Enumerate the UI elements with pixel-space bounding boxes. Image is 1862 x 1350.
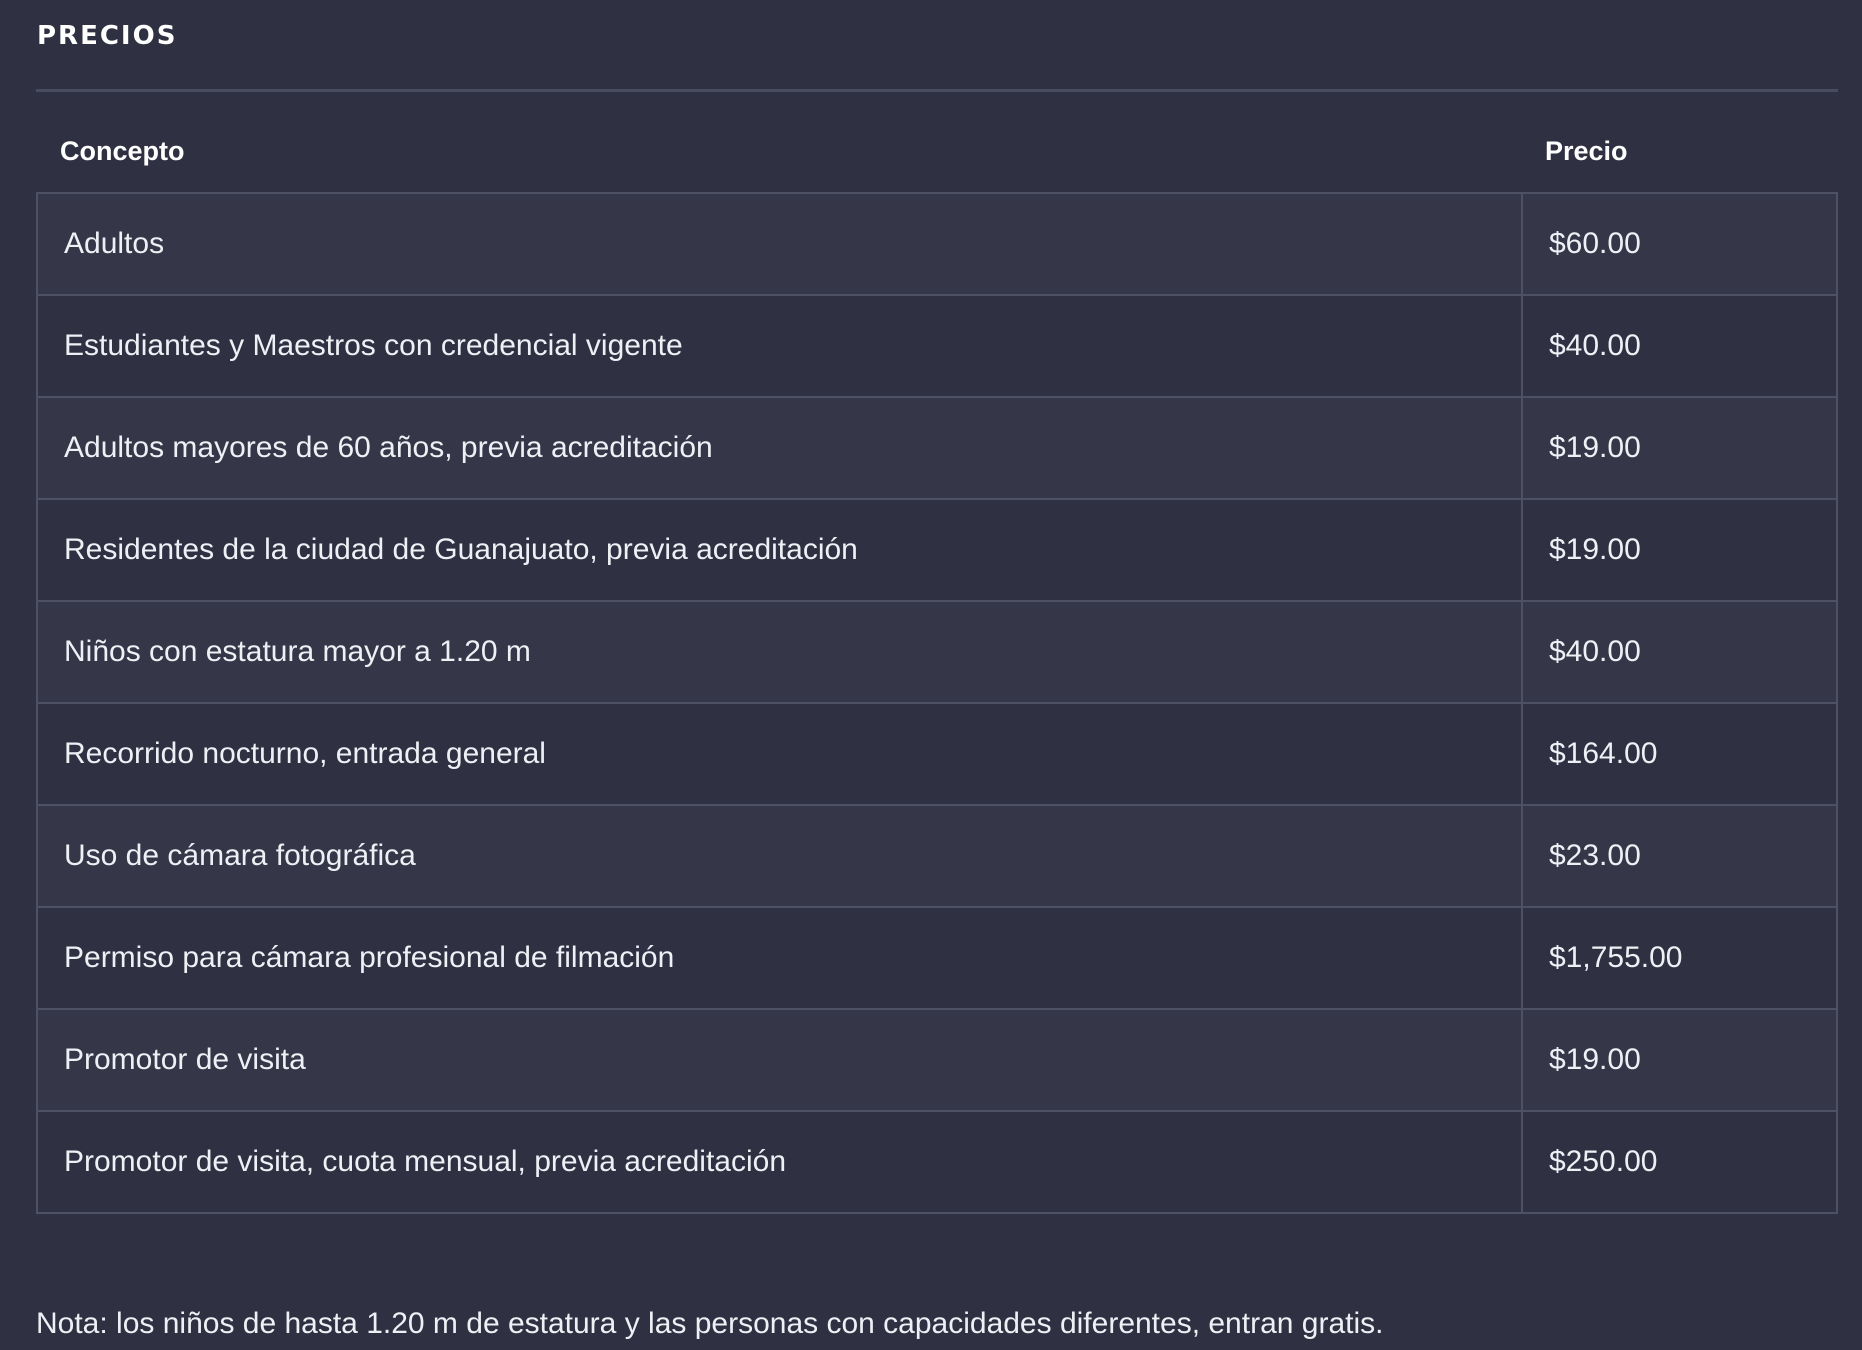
concept-cell: Adultos mayores de 60 años, previa acred… [36,396,1523,500]
concept-cell: Estudiantes y Maestros con credencial vi… [36,294,1523,398]
price-cell: $250.00 [1521,1110,1838,1214]
price-cell: $19.00 [1521,396,1838,500]
price-cell: $1,755.00 [1521,906,1838,1010]
header-row: Concepto Precio [37,110,1837,194]
table-row: Estudiantes y Maestros con credencial vi… [36,294,1838,398]
table-row: Permiso para cámara profesional de filma… [36,906,1838,1010]
header-price: Precio [1522,110,1837,194]
table-body: Adultos $60.00 Estudiantes y Maestros co… [36,192,1838,1214]
table-row: Adultos mayores de 60 años, previa acred… [36,396,1838,500]
price-cell: $60.00 [1521,192,1838,296]
table-row: Niños con estatura mayor a 1.20 m $40.00 [36,600,1838,704]
concept-cell: Permiso para cámara profesional de filma… [36,906,1523,1010]
table-row: Adultos $60.00 [36,192,1838,296]
price-cell: $19.00 [1521,498,1838,602]
table-row: Recorrido nocturno, entrada general $164… [36,702,1838,806]
concept-cell: Niños con estatura mayor a 1.20 m [36,600,1523,704]
concept-cell: Adultos [36,192,1523,296]
table-row: Uso de cámara fotográfica $23.00 [36,804,1838,908]
table-row: Promotor de visita $19.00 [36,1008,1838,1112]
table-row: Residentes de la ciudad de Guanajuato, p… [36,498,1838,602]
concept-cell: Promotor de visita, cuota mensual, previ… [36,1110,1523,1214]
price-cell: $40.00 [1521,294,1838,398]
price-table: Concepto Precio Adultos $60.00 Estudiant… [36,110,1838,1214]
concept-cell: Uso de cámara fotográfica [36,804,1523,908]
header-concept: Concepto [37,110,1522,194]
title-divider [36,89,1838,92]
price-cell: $40.00 [1521,600,1838,704]
concept-cell: Residentes de la ciudad de Guanajuato, p… [36,498,1523,602]
concept-cell: Promotor de visita [36,1008,1523,1112]
price-cell: $23.00 [1521,804,1838,908]
footnote: Nota: los niños de hasta 1.20 m de estat… [36,1307,1384,1340]
table-header: Concepto Precio [37,110,1837,194]
price-cell: $19.00 [1521,1008,1838,1112]
section-title: PRECIOS [37,21,178,51]
table-row: Promotor de visita, cuota mensual, previ… [36,1110,1838,1214]
price-cell: $164.00 [1521,702,1838,806]
concept-cell: Recorrido nocturno, entrada general [36,702,1523,806]
prices-page: PRECIOS Concepto Precio Adultos $60.00 E… [0,0,1862,1350]
